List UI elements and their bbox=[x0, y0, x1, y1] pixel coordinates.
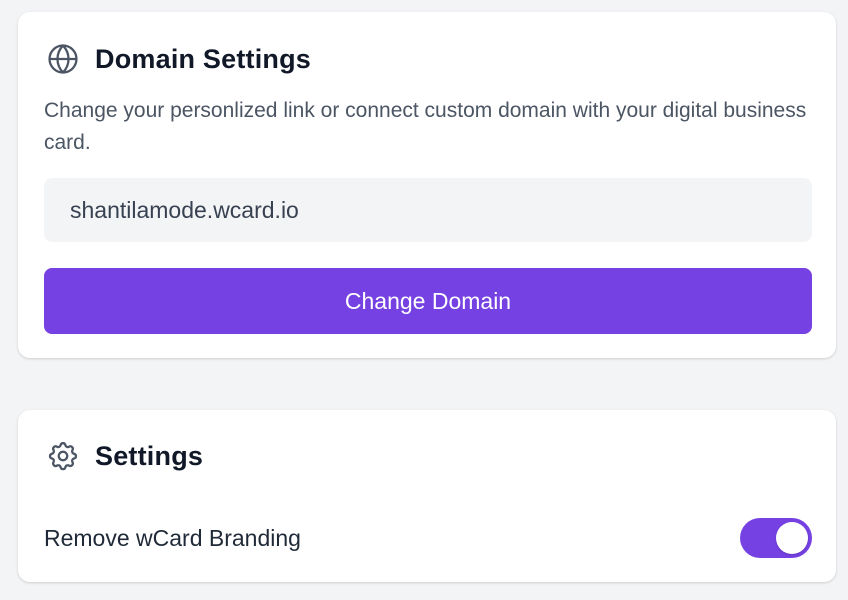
settings-title: Settings bbox=[95, 440, 204, 471]
remove-branding-label: Remove wCard Branding bbox=[44, 524, 301, 551]
remove-branding-row: Remove wCard Branding bbox=[44, 514, 812, 562]
settings-card: Settings Remove wCard Branding bbox=[18, 410, 836, 582]
domain-settings-title: Domain Settings bbox=[95, 43, 312, 74]
domain-settings-card: Domain Settings Change your personlized … bbox=[18, 12, 836, 358]
domain-input[interactable] bbox=[44, 178, 812, 242]
gear-icon bbox=[46, 439, 80, 473]
remove-branding-toggle[interactable] bbox=[740, 518, 812, 558]
toggle-knob bbox=[776, 522, 808, 554]
change-domain-button[interactable]: Change Domain bbox=[44, 268, 812, 334]
domain-settings-description: Change your personlized link or connect … bbox=[44, 99, 807, 154]
globe-icon bbox=[46, 42, 80, 76]
domain-settings-header: Domain Settings bbox=[46, 42, 311, 76]
settings-header: Settings bbox=[46, 439, 203, 473]
